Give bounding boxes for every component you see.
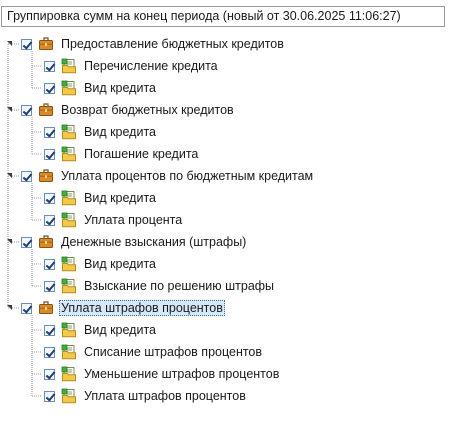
document-folder-icon <box>61 58 82 74</box>
grouping-select[interactable]: Группировка сумм на конец периода (новый… <box>1 6 445 27</box>
child-checkbox[interactable] <box>44 192 55 204</box>
document-folder-icon <box>61 388 82 404</box>
briefcase-icon <box>38 300 59 316</box>
child-checkbox[interactable] <box>44 346 55 358</box>
group-label: Уплата штрафов процентов <box>59 300 225 316</box>
group-checkbox[interactable] <box>21 104 32 116</box>
child-checkbox[interactable] <box>44 324 55 336</box>
tree-child-node[interactable]: Списание штрафов процентов <box>44 341 264 363</box>
briefcase-icon <box>38 168 59 184</box>
collapse-toggle-icon[interactable] <box>6 304 14 312</box>
child-checkbox[interactable] <box>44 60 55 72</box>
child-label: Уплата процента <box>84 213 183 227</box>
group-label: Уплата процентов по бюджетным кредитам <box>61 169 314 183</box>
child-checkbox[interactable] <box>44 258 55 270</box>
child-label: Взыскание по решению штрафы <box>84 279 275 293</box>
tree-group-node[interactable]: Возврат бюджетных кредитов <box>6 99 236 121</box>
child-label: Вид кредита <box>84 81 156 95</box>
document-folder-icon <box>61 146 82 162</box>
document-folder-icon <box>61 212 82 228</box>
tree-child-node[interactable]: Вид кредита <box>44 121 158 143</box>
group-checkbox[interactable] <box>21 38 32 50</box>
group-label: Возврат бюджетных кредитов <box>61 103 234 117</box>
tree-child-node[interactable]: Вид кредита <box>44 77 158 99</box>
child-label: Списание штрафов процентов <box>84 345 263 359</box>
group-checkbox[interactable] <box>21 170 32 182</box>
grouping-tree: Предоставление бюджетных кредитов Перечис… <box>0 33 450 413</box>
tree-child-node[interactable]: Уплата штрафов процентов <box>44 385 248 407</box>
document-folder-icon <box>61 124 82 140</box>
tree-group-node[interactable]: Денежные взыскания (штрафы) <box>6 231 248 253</box>
child-label: Погашение кредита <box>84 147 199 161</box>
collapse-toggle-icon[interactable] <box>6 106 14 114</box>
collapse-toggle-icon[interactable] <box>6 172 14 180</box>
document-folder-icon <box>61 256 82 272</box>
group-label: Предоставление бюджетных кредитов <box>61 37 284 51</box>
child-checkbox[interactable] <box>44 148 55 160</box>
group-checkbox[interactable] <box>21 302 32 314</box>
tree-group-node[interactable]: Уплата штрафов процентов <box>6 297 225 319</box>
child-label: Вид кредита <box>84 323 156 337</box>
document-folder-icon <box>61 190 82 206</box>
document-folder-icon <box>61 80 82 96</box>
tree-child-node[interactable]: Вид кредита <box>44 187 158 209</box>
child-label: Перечисление кредита <box>84 59 218 73</box>
document-folder-icon <box>61 366 82 382</box>
collapse-toggle-icon[interactable] <box>6 40 14 48</box>
document-folder-icon <box>61 278 82 294</box>
briefcase-icon <box>38 102 59 118</box>
child-label: Уменьшение штрафов процентов <box>84 367 280 381</box>
child-checkbox[interactable] <box>44 214 55 226</box>
child-checkbox[interactable] <box>44 82 55 94</box>
tree-child-node[interactable]: Уменьшение штрафов процентов <box>44 363 281 385</box>
child-checkbox[interactable] <box>44 126 55 138</box>
document-folder-icon <box>61 344 82 360</box>
tree-child-node[interactable]: Вид кредита <box>44 253 158 275</box>
tree-child-node[interactable]: Погашение кредита <box>44 143 200 165</box>
child-checkbox[interactable] <box>44 390 55 402</box>
child-label: Вид кредита <box>84 257 156 271</box>
group-checkbox[interactable] <box>21 236 32 248</box>
collapse-toggle-icon[interactable] <box>6 238 14 246</box>
child-checkbox[interactable] <box>44 280 55 292</box>
document-folder-icon <box>61 322 82 338</box>
child-label: Уплата штрафов процентов <box>84 389 246 403</box>
briefcase-icon <box>38 234 59 250</box>
tree-child-node[interactable]: Взыскание по решению штрафы <box>44 275 276 297</box>
child-label: Вид кредита <box>84 191 156 205</box>
tree-child-node[interactable]: Перечисление кредита <box>44 55 220 77</box>
tree-group-node[interactable]: Предоставление бюджетных кредитов <box>6 33 286 55</box>
child-checkbox[interactable] <box>44 368 55 380</box>
tree-child-node[interactable]: Уплата процента <box>44 209 184 231</box>
tree-child-node[interactable]: Вид кредита <box>44 319 158 341</box>
briefcase-icon <box>38 36 59 52</box>
group-label: Денежные взыскания (штрафы) <box>61 235 247 249</box>
tree-group-node[interactable]: Уплата процентов по бюджетным кредитам <box>6 165 315 187</box>
child-label: Вид кредита <box>84 125 156 139</box>
